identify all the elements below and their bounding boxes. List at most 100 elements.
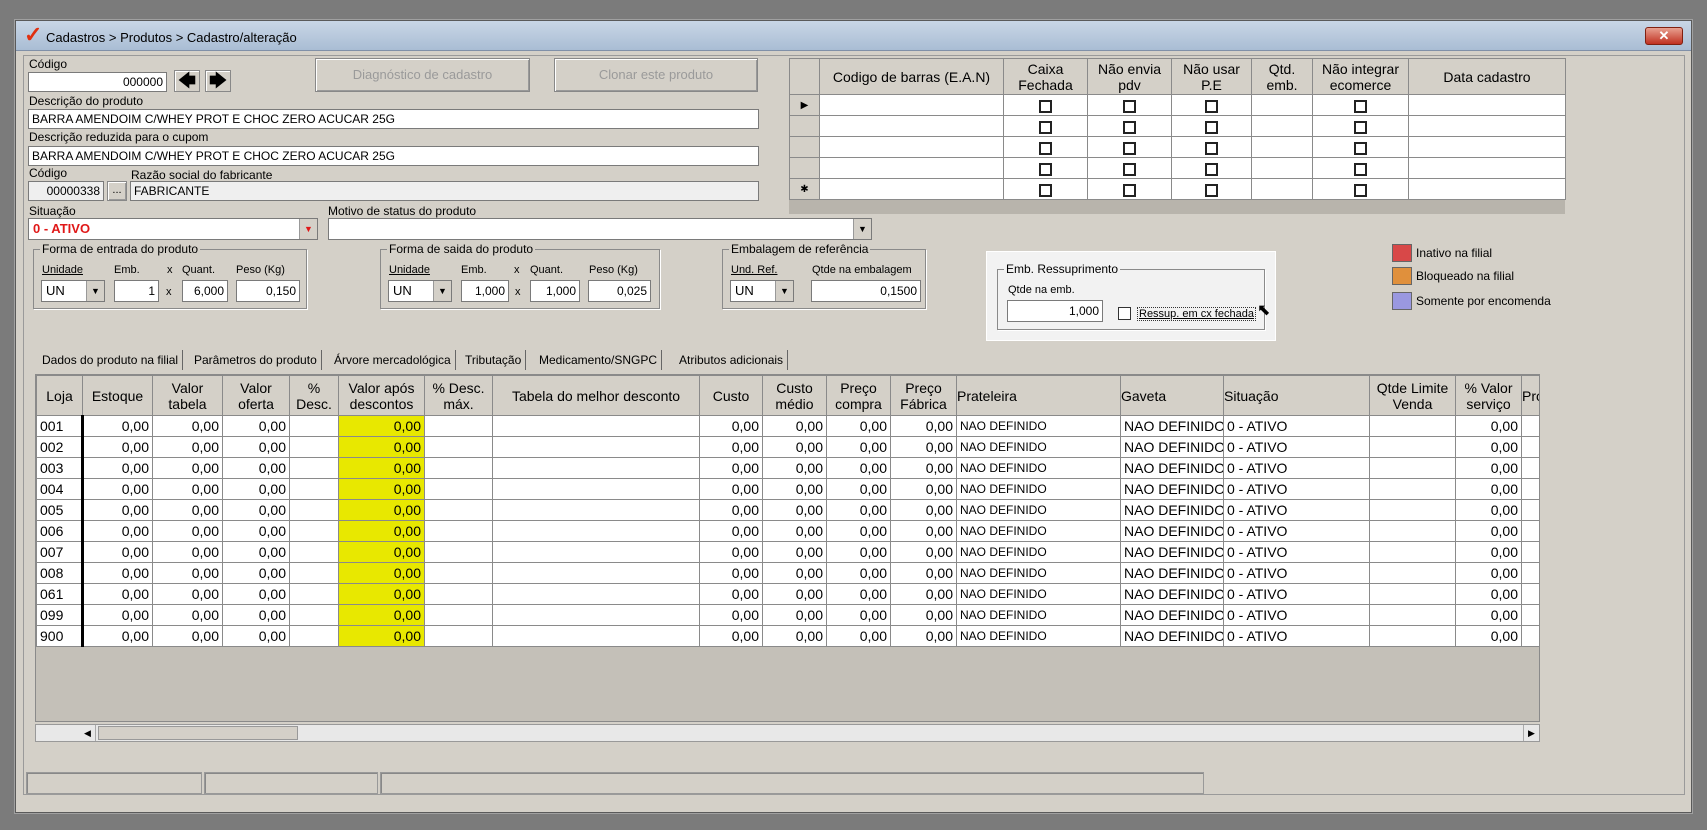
diagnostico-button[interactable]: Diagnóstico de cadastro <box>315 58 530 92</box>
situacao-select[interactable]: 0 - ATIVO ▼ <box>28 218 318 240</box>
nao-usar-pe-cell[interactable] <box>1171 136 1252 158</box>
desc-max-cell[interactable] <box>424 436 493 458</box>
situacao-cell[interactable]: 0 - ATIVO <box>1223 457 1370 479</box>
valor-tabela-cell[interactable]: 0,00 <box>152 604 223 626</box>
desc-cell[interactable] <box>289 520 339 542</box>
data-cadastro-cell[interactable] <box>1408 157 1566 179</box>
tabela-desconto-cell[interactable] <box>492 562 700 584</box>
proj-cell[interactable] <box>1521 625 1539 647</box>
desc-cell[interactable] <box>289 436 339 458</box>
desc-max-cell[interactable] <box>424 625 493 647</box>
nao-envia-pdv-cell[interactable] <box>1087 115 1172 137</box>
qtde-limite-cell[interactable] <box>1369 625 1456 647</box>
entrada-emb-input[interactable]: 1 <box>114 280 159 302</box>
qtd-emb-cell[interactable] <box>1251 157 1313 179</box>
custo-cell[interactable]: 0,00 <box>699 436 763 458</box>
valor-tabela-cell[interactable]: 0,00 <box>152 562 223 584</box>
custo-cell[interactable]: 0,00 <box>699 415 763 437</box>
caixa-fechada-cell[interactable] <box>1003 157 1088 179</box>
grid-header-desc[interactable]: % Desc. <box>289 375 339 416</box>
ean-row-new[interactable]: ✱ <box>789 178 1566 200</box>
desc-cell[interactable] <box>289 583 339 605</box>
valor-apos-cell[interactable]: 0,00 <box>338 625 425 647</box>
table-row[interactable]: 001 0,00 0,00 0,00 0,00 0,00 0,00 0,00 0,00 NAO D… <box>36 415 1539 437</box>
estoque-cell[interactable]: 0,00 <box>82 436 153 458</box>
qtd-emb-cell[interactable] <box>1251 178 1313 200</box>
prateleira-cell[interactable]: NAO DEFINIDO <box>956 604 1121 626</box>
checkbox[interactable] <box>1039 162 1052 176</box>
ean-code-cell[interactable] <box>819 136 1004 158</box>
table-row[interactable]: 006 0,00 0,00 0,00 0,00 0,00 0,00 0,00 0,00 NAO D… <box>36 520 1539 542</box>
valor-apos-cell[interactable]: 0,00 <box>338 604 425 626</box>
valor-apos-cell[interactable]: 0,00 <box>338 478 425 500</box>
grid-header-gaveta[interactable]: Gaveta <box>1120 375 1224 416</box>
preco-fabrica-cell[interactable]: 0,00 <box>890 478 957 500</box>
gaveta-cell[interactable]: NAO DEFINIDO <box>1120 478 1224 500</box>
nao-usar-pe-cell[interactable] <box>1171 94 1252 116</box>
descricao-reduzida-input[interactable]: BARRA AMENDOIM C/WHEY PROT E CHOC ZERO A… <box>28 146 759 166</box>
nao-usar-pe-cell[interactable] <box>1171 157 1252 179</box>
checkbox[interactable] <box>1354 141 1367 155</box>
estoque-cell[interactable]: 0,00 <box>82 457 153 479</box>
nao-envia-pdv-cell[interactable] <box>1087 94 1172 116</box>
loja-cell[interactable]: 008 <box>36 562 84 584</box>
preco-fabrica-cell[interactable]: 0,00 <box>890 520 957 542</box>
ean-header-caixa-fechada[interactable]: Caixa Fechada <box>1003 58 1088 95</box>
checkbox[interactable] <box>1205 162 1218 176</box>
fabricante-codigo-input[interactable]: 00000338 <box>28 181 104 201</box>
loja-cell[interactable]: 001 <box>36 415 84 437</box>
valor-servico-cell[interactable]: 0,00 <box>1455 562 1522 584</box>
valor-tabela-cell[interactable]: 0,00 <box>152 541 223 563</box>
custo-cell[interactable]: 0,00 <box>699 604 763 626</box>
entrada-quant-input[interactable]: 6,000 <box>182 280 228 302</box>
valor-tabela-cell[interactable]: 0,00 <box>152 625 223 647</box>
preco-fabrica-cell[interactable]: 0,00 <box>890 625 957 647</box>
caixa-fechada-cell[interactable] <box>1003 115 1088 137</box>
desc-cell[interactable] <box>289 457 339 479</box>
table-row[interactable]: 061 0,00 0,00 0,00 0,00 0,00 0,00 0,00 0,00 NAO D… <box>36 583 1539 605</box>
grid-header-valor-servico[interactable]: % Valor serviço <box>1455 375 1522 416</box>
valor-apos-cell[interactable]: 0,00 <box>338 520 425 542</box>
tabela-desconto-cell[interactable] <box>492 499 700 521</box>
custo-cell[interactable]: 0,00 <box>699 562 763 584</box>
preco-compra-cell[interactable]: 0,00 <box>826 415 891 437</box>
preco-compra-cell[interactable]: 0,00 <box>826 583 891 605</box>
qtde-limite-cell[interactable] <box>1369 478 1456 500</box>
valor-oferta-cell[interactable]: 0,00 <box>222 562 290 584</box>
qtde-limite-cell[interactable] <box>1369 583 1456 605</box>
preco-fabrica-cell[interactable]: 0,00 <box>890 562 957 584</box>
next-product-button[interactable]: 🡆 <box>205 70 231 92</box>
checkbox[interactable] <box>1205 120 1218 134</box>
grid-header-valor-oferta[interactable]: Valor oferta <box>222 375 290 416</box>
table-row[interactable]: 002 0,00 0,00 0,00 0,00 0,00 0,00 0,00 0,00 NAO D… <box>36 436 1539 458</box>
checkbox[interactable] <box>1039 99 1052 113</box>
estoque-cell[interactable]: 0,00 <box>82 625 153 647</box>
preco-compra-cell[interactable]: 0,00 <box>826 436 891 458</box>
valor-servico-cell[interactable]: 0,00 <box>1455 583 1522 605</box>
grid-header-custo-medio[interactable]: Custo médio <box>762 375 827 416</box>
chevron-down-icon[interactable]: ▼ <box>86 281 104 301</box>
valor-oferta-cell[interactable]: 0,00 <box>222 415 290 437</box>
nao-usar-pe-cell[interactable] <box>1171 115 1252 137</box>
caixa-fechada-cell[interactable] <box>1003 178 1088 200</box>
valor-oferta-cell[interactable]: 0,00 <box>222 478 290 500</box>
custo-medio-cell[interactable]: 0,00 <box>762 478 827 500</box>
nao-integrar-cell[interactable] <box>1312 94 1409 116</box>
checkbox[interactable] <box>1039 120 1052 134</box>
qtde-limite-cell[interactable] <box>1369 436 1456 458</box>
valor-tabela-cell[interactable]: 0,00 <box>152 583 223 605</box>
preco-fabrica-cell[interactable]: 0,00 <box>890 457 957 479</box>
tab-atributos[interactable]: Atributos adicionais <box>675 350 789 370</box>
preco-fabrica-cell[interactable]: 0,00 <box>890 541 957 563</box>
desc-cell[interactable] <box>289 478 339 500</box>
gaveta-cell[interactable]: NAO DEFINIDO <box>1120 583 1224 605</box>
loja-cell[interactable]: 004 <box>36 478 84 500</box>
desc-cell[interactable] <box>289 562 339 584</box>
prateleira-cell[interactable]: NAO DEFINIDO <box>956 520 1121 542</box>
desc-cell[interactable] <box>289 499 339 521</box>
data-cadastro-cell[interactable] <box>1408 136 1566 158</box>
nao-envia-pdv-cell[interactable] <box>1087 157 1172 179</box>
custo-medio-cell[interactable]: 0,00 <box>762 625 827 647</box>
valor-tabela-cell[interactable]: 0,00 <box>152 520 223 542</box>
preco-compra-cell[interactable]: 0,00 <box>826 457 891 479</box>
